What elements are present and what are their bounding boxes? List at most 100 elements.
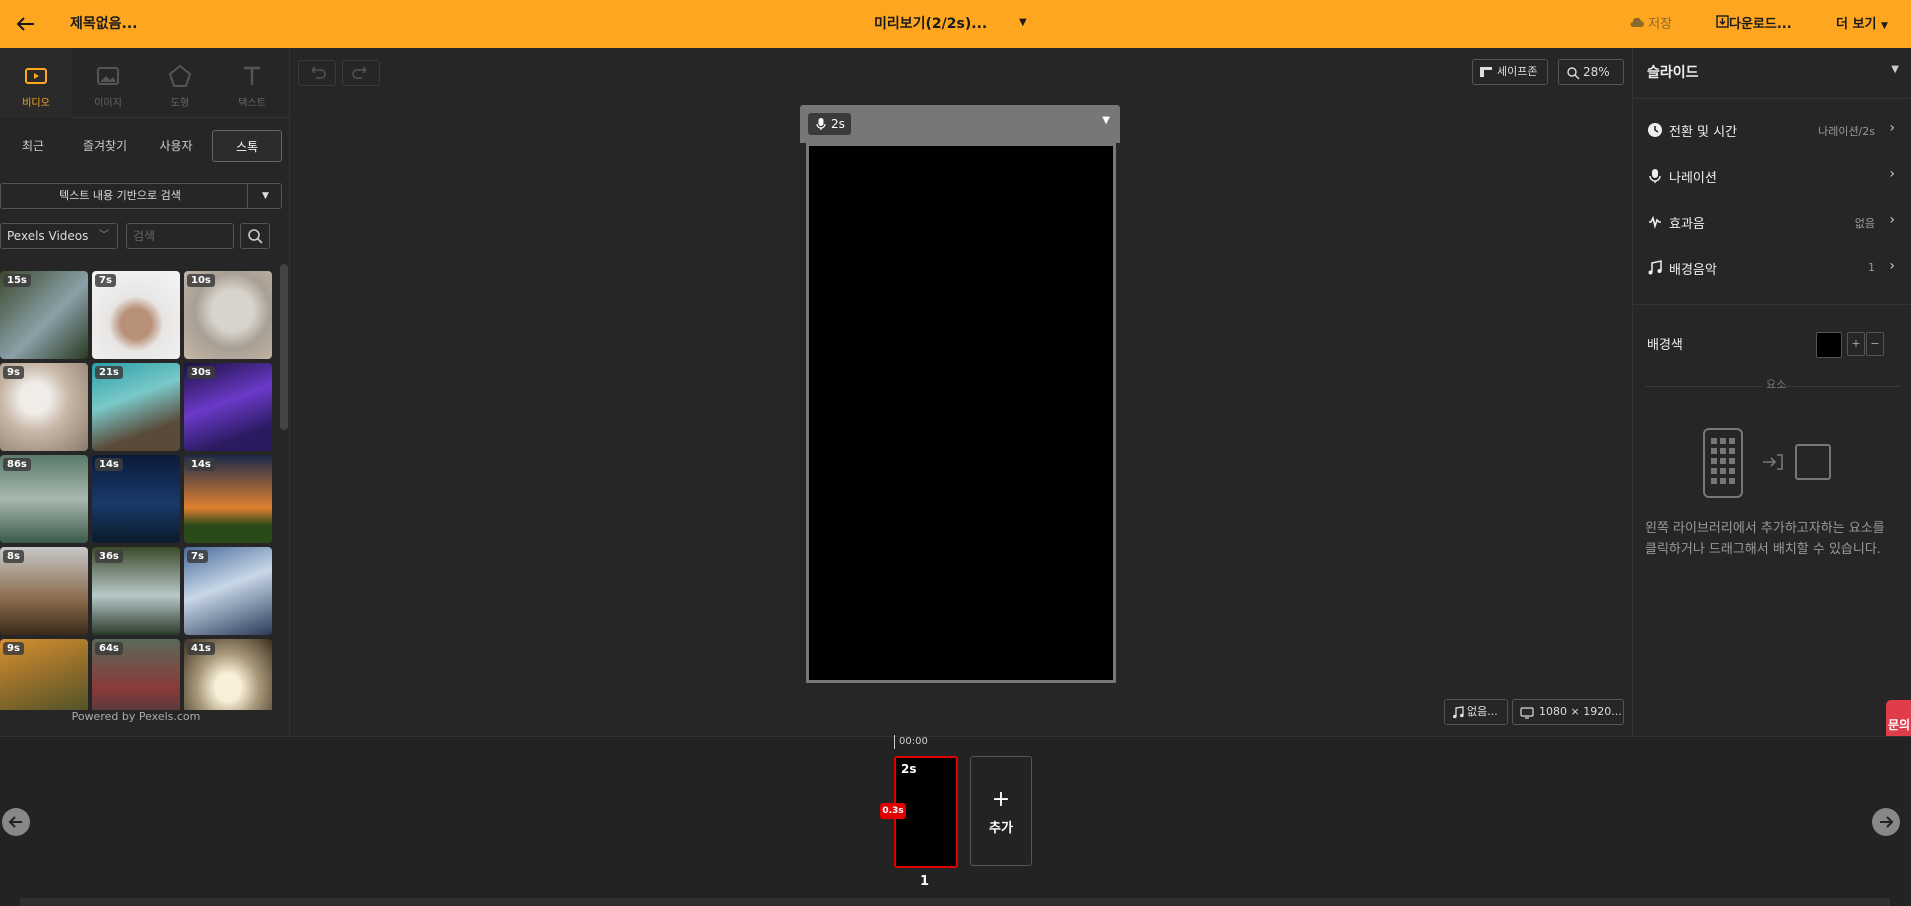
sound-effect-icon [1649,215,1661,229]
video-thumbnail[interactable]: 9s [0,639,88,711]
video-thumbnail[interactable]: 41s [184,639,272,711]
duration-badge: 9s [3,642,24,655]
row-label: 효과음 [1669,217,1705,232]
tab-video[interactable]: 비디오 [0,48,72,118]
source-select[interactable]: Pexels Videos ﹀ [0,223,118,249]
chevron-down-icon[interactable]: ▼ [1019,17,1027,28]
library-panel: 비디오 이미지 도형 텍스트 최근 즐겨찾기 사용자 스톡 텍스트 내용 기반으… [0,48,290,736]
shape-icon [168,64,192,87]
slide-duration: 2s [901,762,917,776]
tab-stock[interactable]: 스톡 [212,130,282,162]
chevron-right-icon: › [1889,212,1895,228]
duration-badge: 9s [3,366,24,379]
video-thumbnail[interactable]: 14s [184,455,272,543]
tab-text[interactable]: 텍스트 [216,48,288,118]
video-thumbnail[interactable]: 30s [184,363,272,451]
tab-label: 비디오 [22,98,50,109]
download-icon [1716,15,1729,28]
tab-favorites[interactable]: 즐겨찾기 [72,130,138,162]
tab-label: 도형 [170,98,190,109]
narration-row[interactable]: 나레이션 › [1647,164,1899,188]
more-label: 더 보기 [1836,17,1877,32]
source-label: Pexels Videos [7,229,89,243]
document-title[interactable]: 제목없음... [70,13,137,33]
duration-badge: 30s [187,366,215,379]
tab-label: 텍스트 [238,98,266,109]
redo-button[interactable] [342,60,380,86]
background-music-button[interactable]: 없음... [1444,699,1508,725]
timeline-prev-button[interactable] [2,808,30,836]
download-button[interactable]: 다운로드... [1716,13,1792,32]
video-thumbnail[interactable]: 8s [0,547,88,635]
slide-canvas[interactable] [806,143,1116,683]
video-thumbnail[interactable]: 7s [184,547,272,635]
video-thumbnail[interactable]: 86s [0,455,88,543]
timeline-next-button[interactable] [1872,808,1900,836]
video-icon [25,68,47,84]
transition-time-row[interactable]: 전환 및 시간 나레이션/2s › [1647,118,1899,142]
chevron-down-icon[interactable]: ▼ [247,184,283,208]
download-label: 다운로드... [1729,17,1792,32]
save-button[interactable]: 저장 [1630,13,1672,32]
tab-user[interactable]: 사용자 [144,130,208,162]
divider [1633,304,1911,305]
back-arrow-icon[interactable] [12,10,40,38]
mobile-device-icon [1703,428,1743,498]
search-button[interactable] [240,223,270,249]
duration-badge: 15s [3,274,31,287]
image-icon [97,67,119,85]
safe-zone-toggle[interactable]: 세이프존 [1472,59,1548,85]
music-icon [1648,260,1662,275]
library-scrollbar[interactable] [280,264,288,430]
tab-label: 이미지 [94,98,122,109]
sound-effect-row[interactable]: 효과음 없음 › [1647,210,1899,234]
timeline-scrollbar[interactable] [20,898,1890,906]
duration-badge: 41s [187,642,215,655]
tab-recent[interactable]: 최근 [0,130,66,162]
zoom-control[interactable]: 28% [1558,59,1624,85]
video-thumbnail[interactable]: 21s [92,363,180,451]
more-button[interactable]: 더 보기 ▼ [1836,13,1888,32]
redo-icon [352,66,367,79]
add-slide-button[interactable]: + 추가 [970,756,1032,866]
video-thumbnail[interactable]: 36s [92,547,180,635]
preview-button[interactable]: 미리보기(2/2s)... [874,13,987,33]
properties-panel: 슬라이드 ▼ 전환 및 시간 나레이션/2s › 나레이션 › 효과음 없음 ›… [1632,48,1911,736]
zoom-value: 28% [1583,65,1610,79]
search-mode-label: 텍스트 내용 기반으로 검색 [59,189,181,202]
undo-button[interactable] [298,60,336,86]
divider [1633,98,1911,99]
tab-shape[interactable]: 도형 [144,48,216,118]
chevron-right-icon: › [1889,166,1895,182]
narration-duration-badge[interactable]: 2s [808,113,851,135]
slide-duration: 2s [831,117,845,131]
resolution-button[interactable]: 1080 × 1920... [1512,699,1624,725]
chevron-down-icon[interactable]: ▼ [1891,64,1899,75]
transition-badge[interactable]: 0.3s [880,803,906,819]
video-thumbnail[interactable]: 10s [184,271,272,359]
video-thumbnail[interactable]: 9s [0,363,88,451]
tab-image[interactable]: 이미지 [72,48,144,118]
divider [1783,386,1901,387]
video-thumbnail[interactable]: 14s [92,455,180,543]
microphone-icon [1649,169,1661,183]
duration-badge: 64s [95,642,123,655]
video-grid: 15s 7s 10s 9s 21s 30s 86s 14s 14s 8s 36s… [0,271,272,711]
search-mode-select[interactable]: 텍스트 내용 기반으로 검색 ▼ [0,183,282,209]
duration-badge: 36s [95,550,123,563]
chevron-down-icon[interactable]: ▼ [1102,115,1110,126]
clock-icon [1648,123,1662,137]
divider [1645,386,1763,387]
background-color-swatch[interactable] [1816,332,1842,358]
remove-color-button[interactable]: − [1866,332,1884,356]
video-thumbnail[interactable]: 15s [0,271,88,359]
video-thumbnail[interactable]: 64s [92,639,180,711]
slide-header[interactable]: 2s ▼ [800,105,1120,143]
search-input[interactable] [126,223,234,249]
video-thumbnail[interactable]: 7s [92,271,180,359]
add-color-button[interactable]: + [1847,332,1865,356]
row-value: 나레이션/2s [1818,125,1875,138]
background-music-row[interactable]: 배경음악 1 › [1647,256,1899,280]
row-value: 없음 [1854,217,1875,230]
top-bar: 제목없음... 미리보기(2/2s)... ▼ 저장 다운로드... 더 보기 … [0,0,1911,48]
